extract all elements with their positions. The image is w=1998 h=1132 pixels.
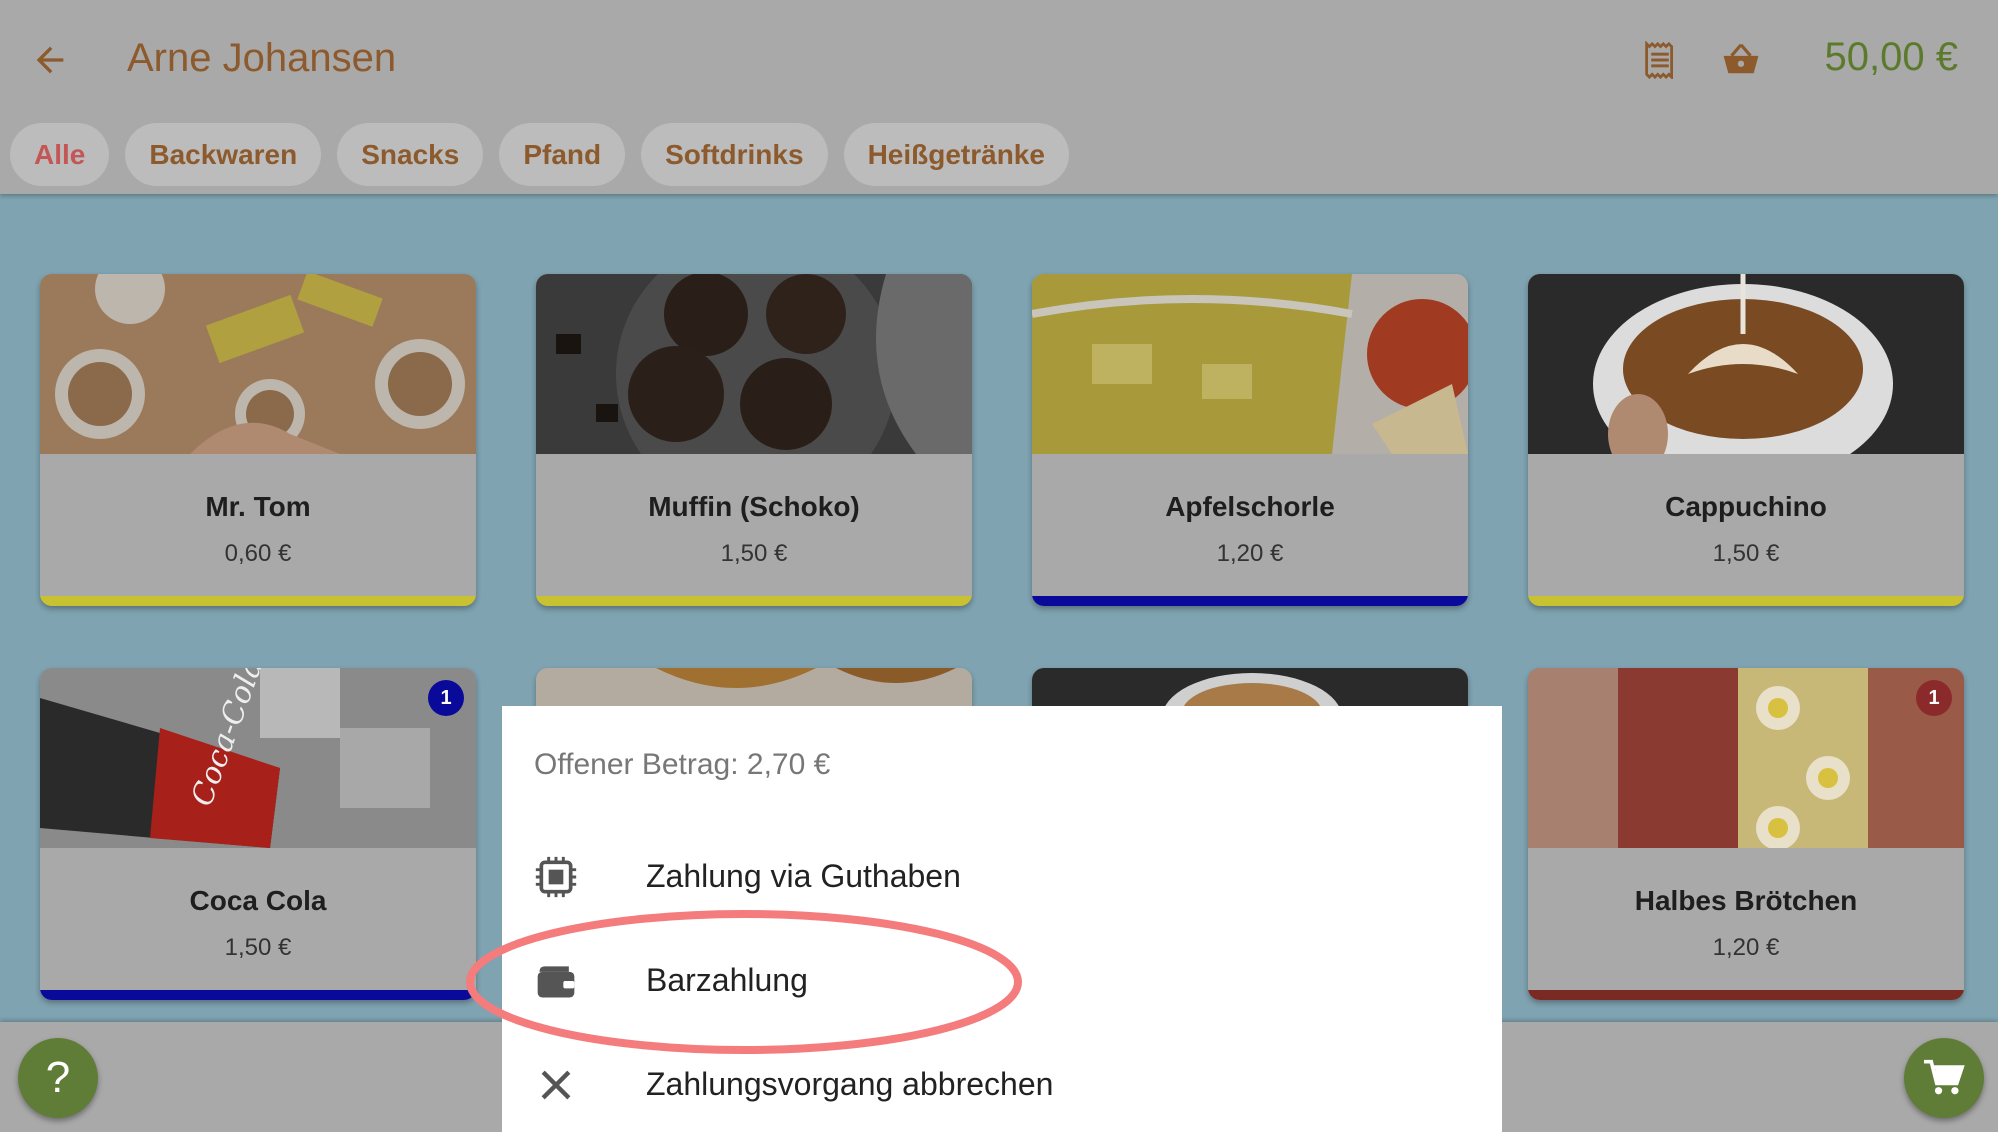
product-card-cappuchino[interactable]: Cappuchino 1,50 € — [1528, 274, 1964, 606]
cart-button[interactable] — [1904, 1038, 1984, 1118]
tab-snacks[interactable]: Snacks — [337, 123, 484, 186]
close-icon — [541, 1070, 571, 1100]
help-icon: ? — [45, 1053, 71, 1102]
quantity-badge: 1 — [1916, 680, 1952, 716]
product-card-mr-tom[interactable]: Mr. Tom 0,60 € — [40, 274, 476, 606]
quantity-badge: 1 — [428, 680, 464, 716]
product-name: Muffin (Schoko) — [648, 491, 860, 522]
product-price: 1,20 € — [1216, 540, 1284, 567]
category-stripe — [40, 596, 476, 606]
app-header: Arne Johansen 50,00 € Alle Backwaren Sna… — [0, 0, 1998, 194]
product-name: Coca Cola — [189, 885, 327, 916]
category-tabs: Alle Backwaren Snacks Pfand Softdrinks H… — [10, 123, 1069, 186]
help-button[interactable]: ? — [18, 1038, 98, 1118]
basket-icon[interactable] — [1722, 42, 1760, 76]
open-amount: Offener Betrag: 2,70 € — [534, 748, 831, 781]
account-balance: 50,00 € — [1824, 35, 1958, 79]
category-stripe — [1528, 990, 1964, 1000]
option-label: Zahlungsvorgang abbrechen — [646, 1066, 1054, 1102]
product-card-muffin-schoko[interactable]: Muffin (Schoko) 1,50 € — [536, 274, 972, 606]
product-card-halbes-broetchen[interactable]: 1 Halbes Brötchen 1,20 € — [1528, 668, 1964, 1000]
cash-payment-option[interactable]: Barzahlung — [502, 941, 1502, 1021]
product-image — [1032, 274, 1468, 454]
pay-with-balance-option[interactable]: Zahlung via Guthaben — [502, 837, 1502, 917]
cancel-payment-option[interactable]: Zahlungsvorgang abbrechen — [502, 1045, 1502, 1125]
category-stripe — [536, 596, 972, 606]
page-title: Arne Johansen — [127, 36, 397, 80]
receipt-icon[interactable] — [1642, 41, 1678, 79]
category-stripe — [40, 990, 476, 1000]
wallet-icon — [537, 966, 575, 998]
chip-icon — [535, 856, 577, 898]
product-price: 1,20 € — [1712, 934, 1780, 961]
product-name: Halbes Brötchen — [1634, 885, 1858, 916]
product-name: Mr. Tom — [205, 491, 311, 522]
product-name: Cappuchino — [1665, 491, 1827, 522]
product-image — [536, 274, 972, 454]
tab-backwaren[interactable]: Backwaren — [125, 123, 322, 186]
tab-pfand[interactable]: Pfand — [499, 123, 626, 186]
tab-heissgetraenke[interactable]: Heißgetränke — [843, 123, 1069, 186]
category-stripe — [1528, 596, 1964, 606]
product-image: Coca-Cola — [40, 668, 476, 848]
product-image — [1528, 274, 1964, 454]
product-price: 1,50 € — [720, 540, 788, 567]
product-price: 0,60 € — [224, 540, 292, 567]
product-image — [40, 274, 476, 454]
product-price: 1,50 € — [1712, 540, 1780, 567]
category-stripe — [1032, 596, 1468, 606]
tab-softdrinks[interactable]: Softdrinks — [641, 123, 828, 186]
product-name: Apfelschorle — [1165, 491, 1335, 522]
product-image — [1528, 668, 1964, 848]
product-price: 1,50 € — [224, 934, 292, 961]
option-label: Zahlung via Guthaben — [646, 858, 961, 894]
option-label: Barzahlung — [646, 962, 808, 998]
cart-icon — [1924, 1059, 1965, 1095]
payment-sheet: Offener Betrag: 2,70 € Zahlung via Gutha… — [502, 706, 1502, 1132]
product-card-apfelschorle[interactable]: Apfelschorle 1,20 € — [1032, 274, 1468, 606]
tab-alle[interactable]: Alle — [10, 123, 110, 186]
arrow-left-icon[interactable] — [30, 40, 70, 80]
product-card-coca-cola[interactable]: Coca-Cola 1 Coca Cola 1,50 € — [40, 668, 476, 1000]
